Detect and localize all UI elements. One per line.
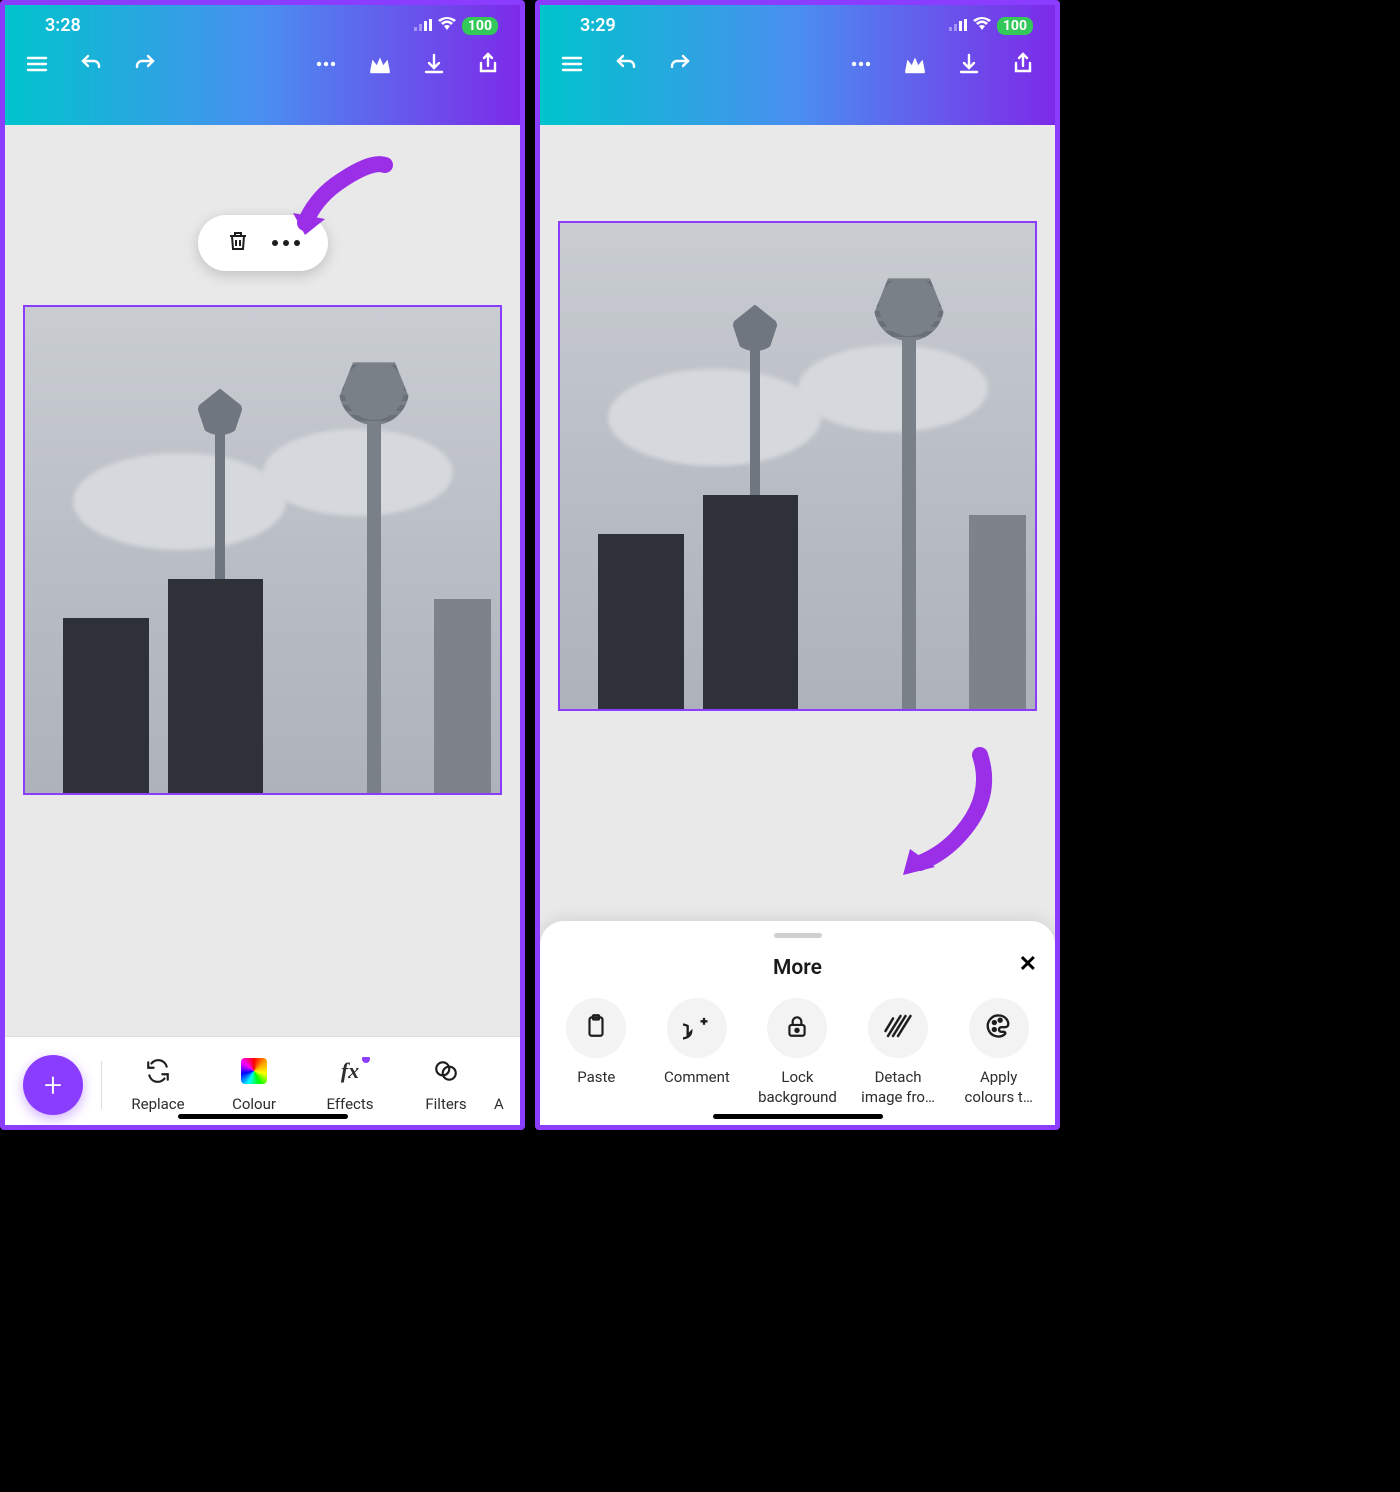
toolbar-effects[interactable]: fx Effects [302, 1057, 398, 1113]
toolbar-replace[interactable]: Replace [110, 1057, 206, 1113]
redo-icon[interactable] [131, 50, 159, 78]
delete-icon[interactable] [226, 229, 250, 257]
sheet-label: Apply colours t… [964, 1068, 1032, 1107]
filters-icon [432, 1057, 460, 1085]
app-topbar: 3:29 100 [540, 5, 1055, 125]
phone-left: 3:28 100 [0, 0, 525, 1130]
signal-icon [949, 15, 967, 36]
toolbar-label: Colour [232, 1095, 276, 1113]
status-bar: 3:29 100 [540, 5, 1055, 42]
menu-icon[interactable] [23, 50, 51, 78]
sheet-item-detach-image[interactable]: Detach image fro… [848, 998, 949, 1107]
detach-icon [883, 1011, 913, 1045]
status-indicators: 100 [949, 15, 1033, 36]
sheet-label: Comment [664, 1068, 730, 1088]
toolbar-label: Effects [326, 1095, 373, 1113]
palette-icon [985, 1012, 1013, 1044]
annotation-arrow [885, 745, 995, 875]
sheet-item-comment[interactable]: Comment [647, 998, 748, 1107]
sheet-item-lock-background[interactable]: Lock background [747, 998, 848, 1107]
wifi-icon [973, 15, 991, 36]
sheet-title: More [773, 956, 822, 980]
replace-icon [144, 1057, 172, 1085]
signal-icon [414, 15, 432, 36]
phone-right: 3:29 100 [535, 0, 1060, 1130]
home-indicator[interactable] [178, 1114, 348, 1119]
toolbar-filters[interactable]: Filters [398, 1057, 494, 1113]
status-indicators: 100 [414, 15, 498, 36]
status-bar: 3:28 100 [5, 5, 520, 42]
paste-icon [583, 1013, 609, 1043]
app-topbar: 3:28 100 [5, 5, 520, 125]
selected-photo[interactable] [23, 305, 502, 795]
effects-icon: fx [336, 1057, 364, 1085]
redo-icon[interactable] [666, 50, 694, 78]
lock-icon [784, 1013, 810, 1043]
sheet-handle[interactable] [774, 933, 822, 938]
canvas[interactable] [5, 125, 520, 1036]
share-icon[interactable] [474, 50, 502, 78]
toolbar-colour[interactable]: Colour [206, 1057, 302, 1113]
more-options-icon[interactable] [272, 240, 300, 246]
bottom-toolbar: + Replace Colour fx Effects Filters [5, 1036, 520, 1125]
undo-icon[interactable] [612, 50, 640, 78]
toolbar-label: Filters [425, 1095, 466, 1113]
canvas[interactable]: More ✕ Paste Comment Lock background [540, 125, 1055, 1125]
menu-icon[interactable] [558, 50, 586, 78]
battery-level: 100 [997, 17, 1033, 35]
crown-icon[interactable] [366, 50, 394, 78]
more-icon[interactable] [847, 50, 875, 78]
more-icon[interactable] [312, 50, 340, 78]
partial-icon [494, 1057, 520, 1085]
sheet-item-paste[interactable]: Paste [546, 998, 647, 1107]
share-icon[interactable] [1009, 50, 1037, 78]
download-icon[interactable] [420, 50, 448, 78]
toolbar-label: A [494, 1095, 504, 1113]
topbar-actions [540, 42, 1055, 86]
battery-level: 100 [462, 17, 498, 35]
status-time: 3:29 [580, 15, 616, 36]
sheet-label: Detach image fro… [861, 1068, 935, 1107]
download-icon[interactable] [955, 50, 983, 78]
close-icon[interactable]: ✕ [1019, 952, 1037, 977]
colour-icon [240, 1057, 268, 1085]
undo-icon[interactable] [77, 50, 105, 78]
topbar-actions [5, 42, 520, 86]
notification-dot-icon [362, 1057, 370, 1063]
selected-photo[interactable] [558, 221, 1037, 711]
divider [101, 1061, 102, 1109]
sheet-label: Lock background [758, 1068, 837, 1107]
toolbar-item-partial[interactable]: A [494, 1057, 520, 1113]
context-floating-menu [198, 215, 328, 271]
wifi-icon [438, 15, 456, 36]
add-button[interactable]: + [23, 1055, 83, 1115]
status-time: 3:28 [45, 15, 81, 36]
more-sheet: More ✕ Paste Comment Lock background [540, 921, 1055, 1125]
home-indicator[interactable] [713, 1114, 883, 1119]
comment-icon [683, 1012, 711, 1044]
toolbar-label: Replace [131, 1095, 184, 1113]
sheet-item-apply-colours[interactable]: Apply colours t… [948, 998, 1049, 1107]
crown-icon[interactable] [901, 50, 929, 78]
sheet-label: Paste [577, 1068, 615, 1088]
